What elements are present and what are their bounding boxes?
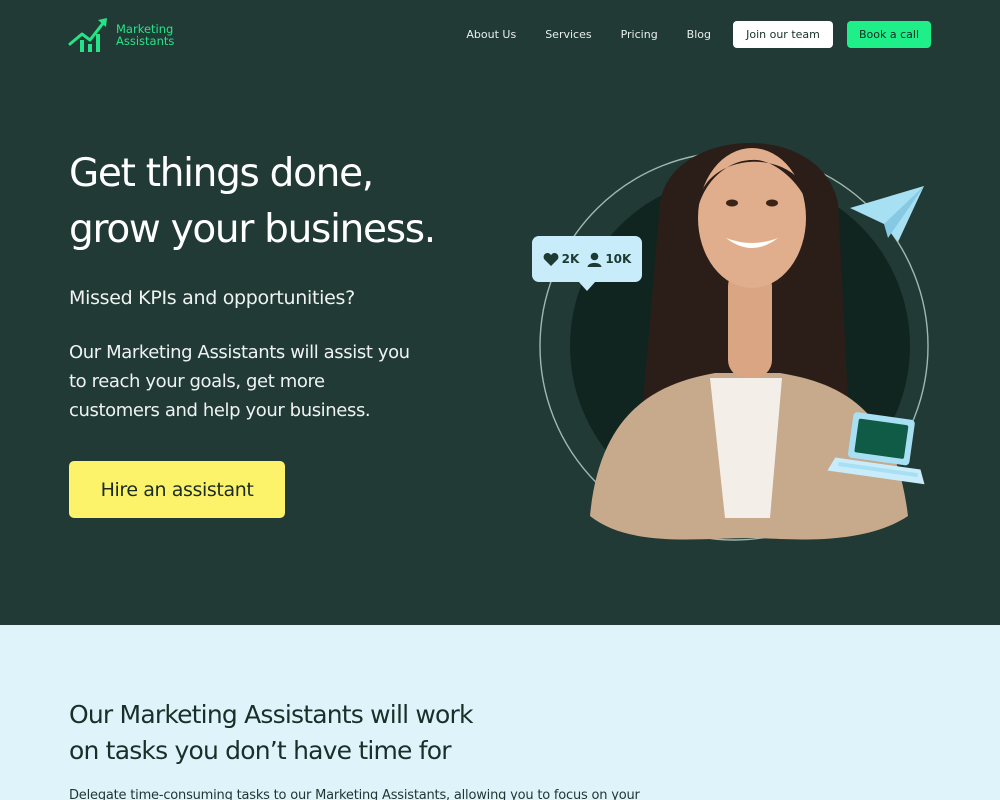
hero-description-line-3: customers and help your business. <box>69 400 371 421</box>
section-title-line-2: on tasks you don’t have time for <box>69 736 452 765</box>
heart-icon <box>543 252 559 266</box>
book-call-button[interactable]: Book a call <box>847 21 931 48</box>
logo-line-2: Assistants <box>116 34 175 48</box>
section-description: Delegate time-consuming tasks to our Mar… <box>69 788 640 800</box>
section-title: Our Marketing Assistants will work on ta… <box>69 697 529 769</box>
hero-illustration: 2K 10K <box>520 108 960 558</box>
followers-stat: 10K <box>587 252 631 267</box>
likes-stat: 2K <box>543 252 580 267</box>
section-title-line-1: Our Marketing Assistants will work <box>69 700 473 729</box>
main-nav: About Us Services Pricing Blog Join our … <box>466 21 931 48</box>
brand-logo[interactable]: Marketing Assistants <box>68 16 174 54</box>
likes-count: 2K <box>561 252 580 266</box>
join-team-button[interactable]: Join our team <box>733 21 833 48</box>
hero-subtitle: Missed KPIs and opportunities? <box>69 287 355 309</box>
hero-description: Our Marketing Assistants will assist you… <box>69 338 469 425</box>
hero-description-line-1: Our Marketing Assistants will assist you <box>69 342 410 363</box>
nav-pricing[interactable]: Pricing <box>621 21 658 48</box>
nav-about-us[interactable]: About Us <box>466 21 516 48</box>
hero-portrait-graphic <box>539 142 929 541</box>
hero-title-line-2: grow your business. <box>69 207 436 252</box>
social-stats-bubble: 2K 10K <box>532 236 642 291</box>
hero-title-line-1: Get things done, <box>69 151 374 196</box>
logo-wordmark: Marketing Assistants <box>116 23 174 47</box>
hero-description-line-2: to reach your goals, get more <box>69 371 325 392</box>
user-icon <box>587 252 602 267</box>
hero-title: Get things done, grow your business. <box>69 146 489 258</box>
hero-section: Marketing Assistants About Us Services P… <box>0 0 1000 625</box>
followers-count: 10K <box>605 252 632 266</box>
logo-chart-icon <box>68 18 107 52</box>
nav-services[interactable]: Services <box>545 21 591 48</box>
hire-assistant-button[interactable]: Hire an assistant <box>69 461 285 518</box>
nav-blog[interactable]: Blog <box>687 21 711 48</box>
